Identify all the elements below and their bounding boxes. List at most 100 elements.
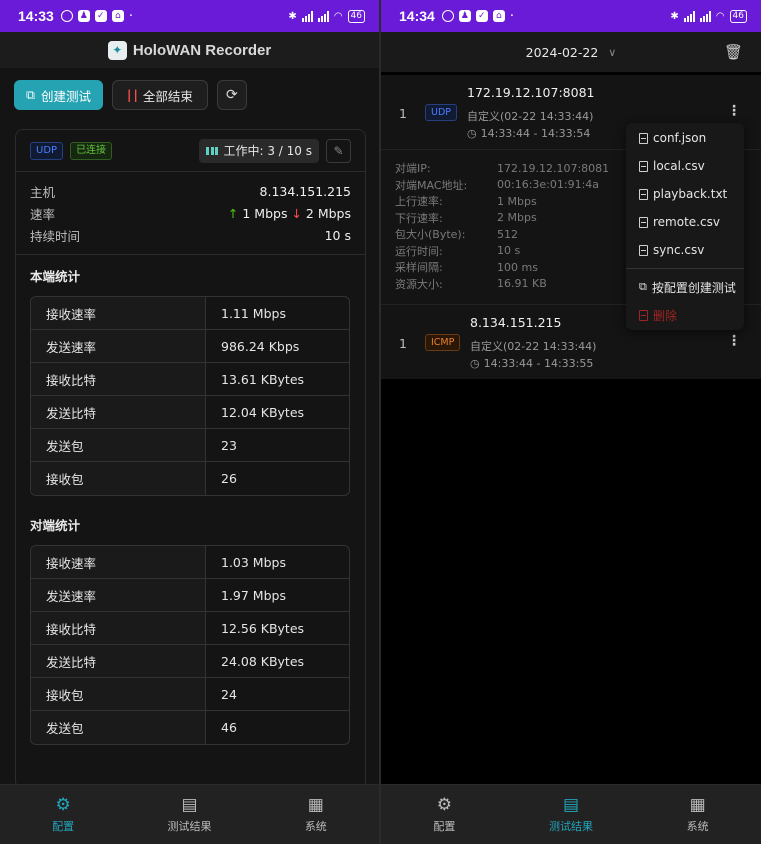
refresh-button[interactable]: ⟳	[216, 80, 247, 110]
table-row: 接收比特 13.61 KBytes	[31, 363, 349, 396]
arrow-up-icon: ↑	[227, 205, 239, 221]
detail-key: 下行速率:	[395, 211, 443, 225]
clock-icon: ◷	[467, 127, 477, 140]
result-description: 自定义(02-22 14:33:44)	[467, 110, 594, 123]
nav-label: 系统	[304, 819, 327, 833]
bottom-nav: ⚙ 配置 ▤ 测试结果 ▦ 系统	[381, 784, 761, 844]
working-status: 工作中: 3 / 10 s	[199, 138, 319, 163]
pencil-icon: ✎	[333, 143, 344, 158]
date-value: 2024-02-22	[525, 44, 599, 60]
stat-value: 13.61 KBytes	[221, 371, 305, 387]
home-icon: ⌂	[111, 10, 124, 22]
arrow-down-icon: ↓	[291, 205, 302, 221]
remote-stats-table: 接收速率 1.03 Mbps 发送速率 1.97 Mbps 接收比特 12.56 KB…	[30, 545, 350, 745]
grid-icon: ▦	[689, 794, 706, 815]
menu-item-label: 删除	[653, 308, 678, 323]
table-row: 发送比特 24.08 KBytes	[31, 645, 349, 678]
connected-tag: 已连接	[70, 141, 113, 160]
status-time: 14:34	[399, 8, 435, 24]
stat-value: 24	[221, 686, 237, 702]
file-icon	[639, 188, 648, 200]
detail-key: 资源大小:	[395, 277, 443, 291]
bluetooth-icon: ✱	[288, 10, 297, 22]
table-row: 接收包 24	[31, 678, 349, 711]
detail-key: 对端MAC地址:	[395, 178, 468, 192]
more-vertical-icon[interactable]: ⋮	[727, 103, 741, 119]
detail-value: 16.91 KB	[497, 277, 547, 291]
stat-value: 23	[221, 437, 237, 453]
nav-label: 系统	[686, 819, 709, 833]
protocol-tag: UDP	[425, 104, 457, 121]
stat-value: 986.24 Kbps	[221, 338, 300, 354]
create-test-button[interactable]: ⧉ 创建测试	[14, 80, 103, 110]
more-vertical-icon[interactable]: ⋮	[727, 333, 741, 349]
nav-system[interactable]: ▦ 系统	[276, 796, 356, 834]
alarm-icon	[441, 10, 454, 22]
document-icon: ▤	[562, 794, 580, 815]
stop-all-button[interactable]: | | 全部结束	[111, 80, 208, 110]
menu-item-file[interactable]: local.csv	[626, 152, 744, 180]
info-row-host: 主机 8.134.151.215	[30, 180, 351, 202]
result-index: 1	[399, 336, 407, 351]
chevron-down-icon: ∨	[608, 45, 617, 59]
menu-item-file[interactable]: sync.csv	[626, 236, 744, 264]
bluetooth-icon: ✱	[670, 10, 679, 22]
signal-icon	[301, 10, 313, 22]
result-time: ◷ 14:33:44 - 14:33:54	[467, 127, 590, 140]
detail-key: 包大小(Byte):	[395, 228, 466, 242]
detail-key: 运行时间:	[395, 244, 443, 258]
menu-item-file[interactable]: remote.csv	[626, 208, 744, 236]
stat-value: 1.97 Mbps	[221, 587, 286, 603]
info-row-duration: 持续时间 10 s	[30, 224, 351, 246]
config-screen: 14:33 ♟ ✓ ⌂ · ✱ ◠ 46 ✦ HoloWAN Recorder …	[0, 0, 379, 844]
copy-icon: ⧉	[26, 87, 35, 102]
rate-down: 2 Mbps	[305, 205, 351, 221]
qq-icon: ♟	[458, 10, 471, 22]
nav-config[interactable]: ⚙ 配置	[23, 796, 103, 834]
stop-all-label: 全部结束	[142, 88, 193, 104]
qq-icon: ♟	[77, 10, 90, 22]
detail-key: 上行速率:	[395, 195, 443, 209]
table-row: 接收速率 1.11 Mbps	[31, 297, 349, 330]
nav-results[interactable]: ▤ 测试结果	[531, 796, 611, 834]
info-value: 8.134.151.215	[259, 183, 351, 199]
stat-key: 接收比特	[31, 363, 206, 395]
result-description: 自定义(02-22 14:33:44)	[470, 340, 597, 353]
menu-item-delete[interactable]: 删除	[626, 301, 744, 329]
signal-icon	[683, 10, 695, 22]
local-stats-table: 接收速率 1.11 Mbps 发送速率 986.24 Kbps 接收比特 13.61 …	[30, 296, 350, 496]
nav-system[interactable]: ▦ 系统	[658, 796, 738, 834]
results-header: 2024-02-22 ∨ 🗑︎	[381, 32, 761, 72]
stat-key: 接收包	[31, 678, 206, 710]
stat-value: 1.11 Mbps	[221, 305, 286, 321]
gear-icon: ⚙	[55, 794, 71, 815]
status-time: 14:33	[18, 8, 54, 24]
menu-item-file[interactable]: playback.txt	[626, 180, 744, 208]
stat-value: 12.04 KBytes	[221, 404, 305, 420]
trash-icon[interactable]: 🗑︎	[724, 43, 743, 61]
status-bar: 14:33 ♟ ✓ ⌂ · ✱ ◠ 46	[0, 0, 379, 32]
signal-icon	[317, 10, 329, 22]
stat-key: 发送包	[31, 711, 206, 744]
date-selector[interactable]: 2024-02-22 ∨	[526, 45, 617, 60]
menu-item-label: 按配置创建测试	[651, 280, 736, 295]
working-status-text: 工作中: 3 / 10 s	[223, 144, 312, 158]
nav-results[interactable]: ▤ 测试结果	[149, 796, 229, 834]
result-context-menu: conf.json local.csv playback.txt remote.…	[626, 123, 744, 330]
table-row: 发送速率 986.24 Kbps	[31, 330, 349, 363]
info-key: 速率	[30, 206, 56, 222]
app-logo-icon: ✦	[107, 40, 127, 60]
table-row: 发送包 23	[31, 429, 349, 462]
menu-item-create-from-config[interactable]: ⧉ 按配置创建测试	[626, 273, 744, 301]
nav-config[interactable]: ⚙ 配置	[404, 796, 484, 834]
stat-key: 接收包	[31, 462, 206, 495]
wifi-icon: ◠	[333, 10, 343, 22]
stat-key: 接收速率	[31, 297, 206, 329]
stat-value: 24.08 KBytes	[221, 653, 305, 669]
menu-item-file[interactable]: conf.json	[626, 124, 744, 152]
stat-value: 12.56 KBytes	[221, 620, 305, 636]
detail-key: 对端IP:	[395, 162, 431, 176]
edit-button[interactable]: ✎	[326, 138, 351, 163]
battery-icon: 46	[729, 9, 747, 23]
app-bar: ✦ HoloWAN Recorder	[0, 32, 379, 68]
